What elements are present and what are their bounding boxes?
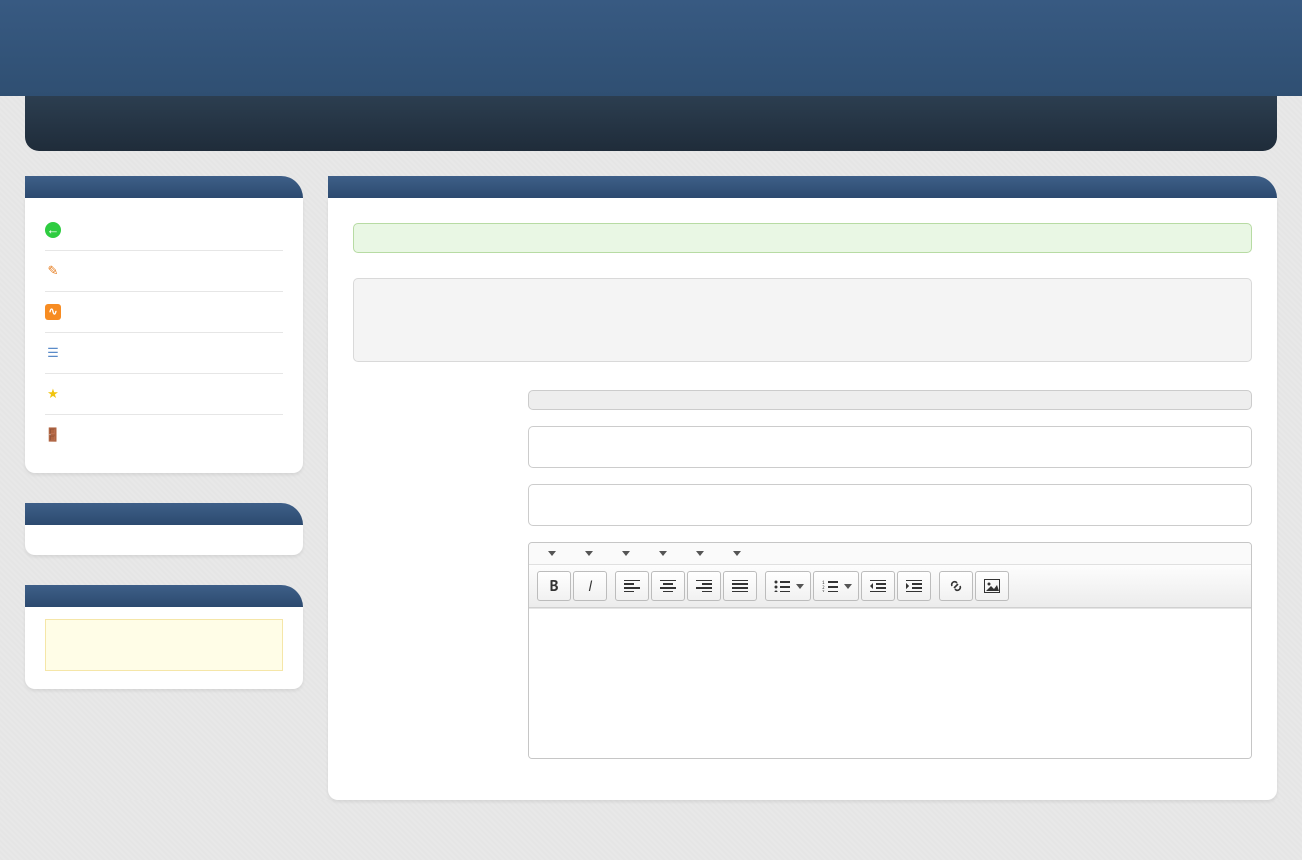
caret-down-icon: [733, 551, 741, 556]
indent-button[interactable]: [897, 571, 931, 601]
editor-menu-insert[interactable]: [617, 551, 630, 556]
align-right-button[interactable]: [687, 571, 721, 601]
image-icon: [984, 579, 1000, 593]
caret-down-icon: [659, 551, 667, 556]
align-center-button[interactable]: [651, 571, 685, 601]
subject-input[interactable]: [528, 484, 1252, 526]
dyk-heading: [25, 585, 303, 607]
caret-down-icon: [696, 551, 704, 556]
indent-icon: [906, 580, 922, 592]
menu-item-rss[interactable]: ∿: [45, 292, 283, 333]
to-input[interactable]: [528, 426, 1252, 468]
pencil-icon: ✎: [45, 263, 61, 279]
editor-menu-table[interactable]: [728, 551, 741, 556]
align-left-icon: [624, 580, 640, 592]
editor-toolbar: B I: [529, 565, 1251, 608]
editor-menubar: [529, 543, 1251, 565]
bullet-list-button[interactable]: [765, 571, 811, 601]
align-right-icon: [696, 580, 712, 592]
editor-menu-file[interactable]: [543, 551, 556, 556]
menu-item-blacklist[interactable]: ☰: [45, 333, 283, 374]
outdent-icon: [870, 580, 886, 592]
caret-down-icon: [622, 551, 630, 556]
main-nav: [25, 96, 1277, 151]
caret-down-icon: [585, 551, 593, 556]
ad-heading: [25, 503, 303, 525]
exit-icon: 🚪: [45, 427, 61, 443]
rss-icon: ∿: [45, 304, 61, 320]
italic-button[interactable]: I: [573, 571, 607, 601]
menu-item-compose[interactable]: ✎: [45, 251, 283, 292]
link-icon: [948, 578, 964, 594]
caret-down-icon: [548, 551, 556, 556]
number-list-icon: 123: [822, 580, 838, 592]
link-button[interactable]: [939, 571, 973, 601]
editor-menu-view[interactable]: [654, 551, 667, 556]
menu-item-bookmark[interactable]: ★: [45, 374, 283, 415]
editor-menu-edit[interactable]: [580, 551, 593, 556]
align-justify-icon: [732, 580, 748, 592]
align-center-icon: [660, 580, 676, 592]
align-left-button[interactable]: [615, 571, 649, 601]
menu-item-logout[interactable]: 🚪: [45, 415, 283, 455]
bold-button[interactable]: B: [537, 571, 571, 601]
outdent-button[interactable]: [861, 571, 895, 601]
compose-heading: [328, 176, 1277, 198]
svg-text:3: 3: [822, 590, 825, 592]
back-arrow-icon: ←: [45, 222, 61, 238]
message-body[interactable]: [529, 608, 1251, 758]
menu-item-back[interactable]: ←: [45, 210, 283, 251]
caret-down-icon: [844, 584, 852, 589]
menu-heading: [25, 176, 303, 198]
info-box: [353, 278, 1252, 362]
success-alert: [353, 223, 1252, 253]
rich-text-editor: B I: [528, 542, 1252, 759]
align-justify-button[interactable]: [723, 571, 757, 601]
star-icon: ★: [45, 386, 61, 402]
from-field: [528, 390, 1252, 410]
bullet-list-icon: [774, 580, 790, 592]
editor-menu-format[interactable]: [691, 551, 704, 556]
number-list-button[interactable]: 123: [813, 571, 859, 601]
image-button[interactable]: [975, 571, 1009, 601]
caret-down-icon: [796, 584, 804, 589]
tip-box: [45, 619, 283, 671]
list-icon: ☰: [45, 345, 61, 361]
